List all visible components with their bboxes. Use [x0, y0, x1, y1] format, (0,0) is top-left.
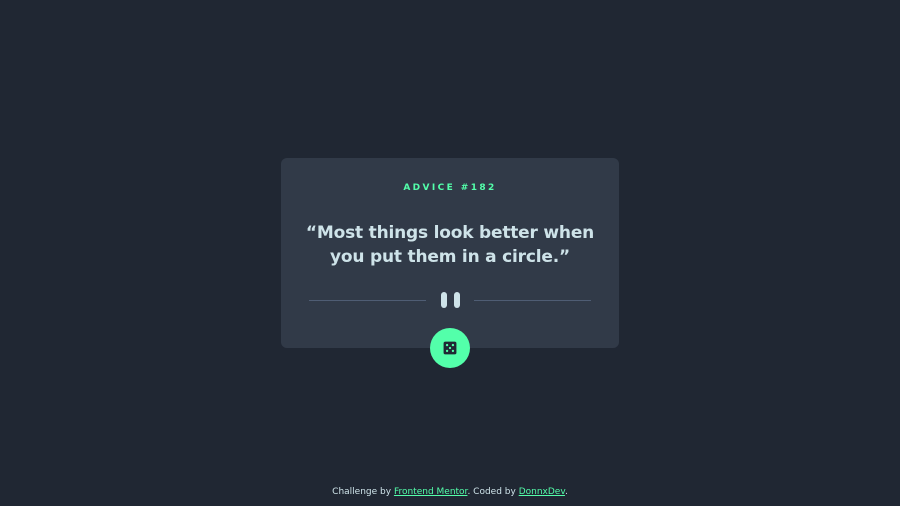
attribution-footer: Challenge by Frontend Mentor. Coded by D… [0, 487, 900, 497]
divider-line-left [309, 300, 426, 301]
footer-prefix: Challenge by [332, 487, 394, 497]
pattern-divider [309, 292, 591, 308]
pause-bar [454, 292, 460, 308]
advice-quote: “Most things look better when you put th… [305, 223, 595, 267]
footer-suffix: . [564, 487, 568, 497]
advice-card: ADVICE #182 “Most things look better whe… [281, 158, 619, 348]
pause-bar [441, 292, 447, 308]
author-link[interactable]: DonnxDev [519, 487, 565, 497]
new-advice-button[interactable] [430, 328, 470, 368]
page: ADVICE #182 “Most things look better whe… [0, 0, 900, 506]
frontend-mentor-link[interactable]: Frontend Mentor [394, 487, 468, 497]
pause-icon [441, 292, 461, 308]
divider-line-right [474, 300, 591, 301]
dice-icon [443, 341, 457, 355]
footer-middle: . Coded by [467, 487, 519, 497]
advice-id: ADVICE #182 [403, 183, 497, 193]
